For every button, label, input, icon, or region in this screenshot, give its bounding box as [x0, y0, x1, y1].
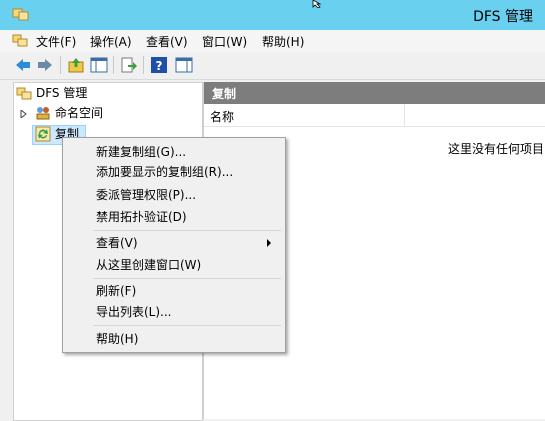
content-header-title: 复制 [212, 87, 237, 101]
column-header-row: 名称 [204, 104, 545, 127]
export-icon[interactable] [120, 56, 138, 74]
show-tree-icon[interactable] [90, 56, 108, 74]
title-bar: DFS 管理 [0, 0, 545, 30]
tree-root-label: DFS 管理 [36, 86, 88, 100]
menu-window[interactable]: 窗口(W) [202, 33, 247, 50]
column-header-name[interactable]: 名称 [210, 108, 234, 125]
back-arrow-icon[interactable] [14, 56, 32, 74]
menu-separator [93, 230, 281, 231]
menu-item-new-window-from-here[interactable]: 从这里创建窗口(W) [96, 255, 201, 275]
toolbar-separator [113, 56, 114, 74]
up-folder-icon[interactable] [67, 56, 85, 74]
menu-separator [93, 325, 281, 326]
context-menu: 新建复制组(G)... 添加要显示的复制组(R)... 委派管理权限(P)...… [62, 137, 286, 353]
show-action-pane-icon[interactable] [175, 56, 193, 74]
menu-item-disable-topology-verification[interactable]: 禁用拓扑验证(D) [96, 207, 187, 227]
menu-item-view[interactable]: 查看(V) [96, 233, 138, 253]
replication-icon [35, 126, 51, 142]
forward-arrow-icon[interactable] [36, 56, 54, 74]
column-divider[interactable] [404, 104, 405, 126]
menu-item-add-replication-groups[interactable]: 添加要显示的复制组(R)... [96, 162, 233, 182]
tree-item-label: 命名空间 [55, 106, 104, 120]
submenu-arrow-icon [267, 239, 271, 247]
console-icon[interactable] [12, 33, 28, 48]
toolbar-separator [60, 56, 61, 74]
menu-item-new-replication-group[interactable]: 新建复制组(G)... [96, 142, 186, 162]
toolbar: ? [0, 52, 545, 80]
mouse-cursor-icon [312, 0, 322, 8]
toolbar-separator [143, 56, 144, 74]
menu-item-help[interactable]: 帮助(H) [96, 329, 138, 349]
menu-item-refresh[interactable]: 刷新(F) [96, 281, 136, 301]
dfs-management-icon [16, 87, 32, 100]
svg-text:?: ? [156, 59, 163, 73]
menu-item-export-list[interactable]: 导出列表(L)... [96, 302, 172, 322]
menu-action[interactable]: 操作(A) [90, 33, 132, 50]
menu-file[interactable]: 文件(F) [36, 33, 76, 50]
namespace-icon [36, 107, 50, 120]
content-header: 复制 [204, 82, 545, 104]
menu-help[interactable]: 帮助(H) [262, 33, 304, 50]
menu-item-delegate-permissions[interactable]: 委派管理权限(P)... [96, 185, 196, 205]
expand-arrow-icon[interactable] [20, 110, 28, 118]
empty-list-message: 这里没有任何项目 [447, 142, 544, 156]
menu-view[interactable]: 查看(V) [146, 33, 188, 50]
window-title: DFS 管理 [473, 9, 533, 25]
dfs-app-icon [12, 8, 29, 21]
menu-bar: 文件(F) 操作(A) 查看(V) 窗口(W) 帮助(H) [0, 30, 545, 52]
help-icon[interactable]: ? [150, 56, 168, 74]
menu-separator [93, 278, 281, 279]
